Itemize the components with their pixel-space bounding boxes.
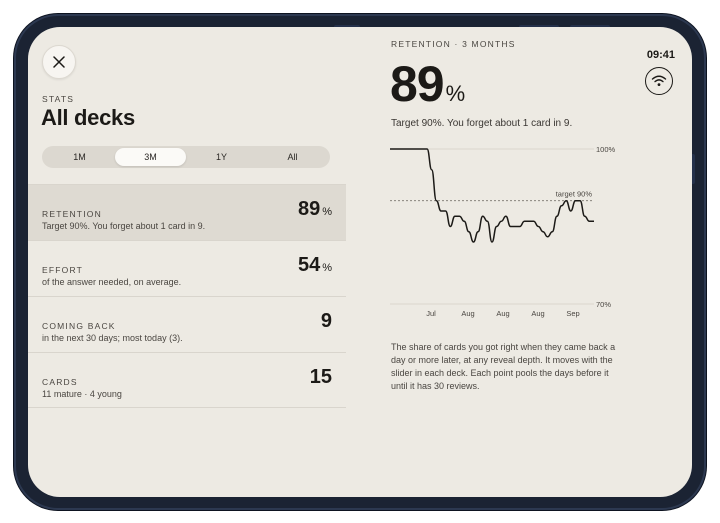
stat-row-retention[interactable]: RETENTION Target 90%. You forget about 1… xyxy=(28,184,346,240)
stats-eyebrow: STATS xyxy=(42,94,75,104)
range-segmented-control: 1M 3M 1Y All xyxy=(42,146,330,168)
page-title: All decks xyxy=(41,105,135,130)
y-tick-label: 100% xyxy=(596,145,616,154)
stats-list: RETENTION Target 90%. You forget about 1… xyxy=(28,184,346,408)
detail-value: 89% xyxy=(390,56,465,112)
screen: STATS All decks 1M 3M 1Y All RETENTION T… xyxy=(28,27,692,497)
x-tick-label: Aug xyxy=(531,309,544,318)
range-all[interactable]: All xyxy=(257,148,328,166)
stat-label: RETENTION xyxy=(42,209,102,219)
stat-subtext: of the answer needed, on average. xyxy=(42,277,182,287)
x-tick-label: Aug xyxy=(461,309,474,318)
range-1m[interactable]: 1M xyxy=(44,148,115,166)
stat-subtext: 11 mature · 4 young xyxy=(42,389,122,399)
detail-note: The share of cards you got right when th… xyxy=(391,342,616,391)
x-tick-label: Aug xyxy=(496,309,509,318)
status-time: 09:41 xyxy=(646,49,675,61)
range-3m[interactable]: 3M xyxy=(115,148,186,166)
stat-subtext: in the next 30 days; most today (3). xyxy=(42,333,183,343)
stat-value: 89% xyxy=(297,198,332,220)
close-icon xyxy=(53,56,65,68)
stat-row-coming-back[interactable]: COMING BACK in the next 30 days; most to… xyxy=(28,296,346,352)
y-tick-label: 70% xyxy=(596,300,611,309)
range-1y[interactable]: 1Y xyxy=(186,148,257,166)
wifi-icon xyxy=(651,75,667,86)
detail-description: Target 90%. You forget about 1 card in 9… xyxy=(391,118,573,129)
stat-row-cards[interactable]: CARDS 11 mature · 4 young 15 xyxy=(28,352,346,408)
x-tick-label: Jul xyxy=(426,309,436,318)
wifi-status-button[interactable] xyxy=(645,67,673,95)
x-tick-label: Sep xyxy=(566,309,579,318)
stat-label: EFFORT xyxy=(42,265,84,275)
retention-chart: 100% 70% target 90% Jul Aug Aug Aug Sep xyxy=(390,145,616,318)
stat-value: 9 xyxy=(320,310,332,332)
stat-row-effort[interactable]: EFFORT of the answer needed, on average.… xyxy=(28,240,346,296)
stat-label: CARDS xyxy=(42,377,78,387)
detail-eyebrow: RETENTION · 3 MONTHS xyxy=(391,39,516,49)
stat-subtext: Target 90%. You forget about 1 card in 9… xyxy=(42,221,206,231)
stat-value: 15 xyxy=(309,366,332,388)
stat-value: 54% xyxy=(297,254,332,276)
close-button[interactable] xyxy=(42,45,76,79)
target-label: target 90% xyxy=(556,190,593,199)
stat-label: COMING BACK xyxy=(42,321,116,331)
